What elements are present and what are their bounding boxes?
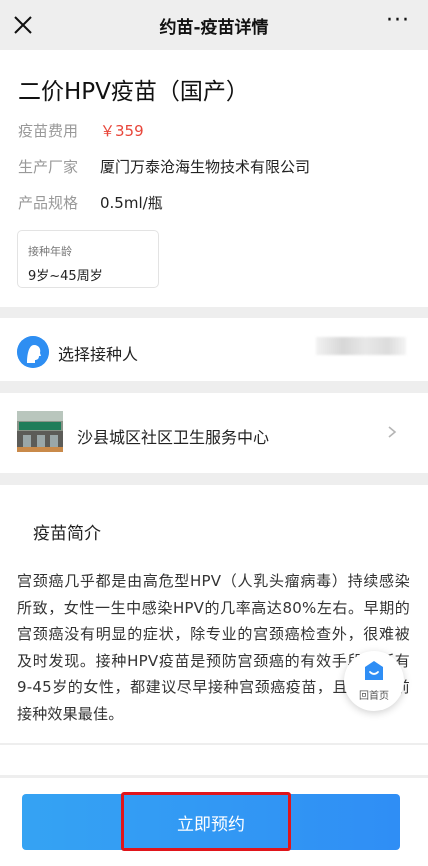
fee-label: 疫苗费用 xyxy=(18,122,79,140)
age-label: 接种年龄 xyxy=(28,245,72,258)
home-label: 回首页 xyxy=(359,691,389,702)
vaccine-name: 二价HPV疫苗（国产） xyxy=(18,79,249,105)
spec-label: 产品规格 xyxy=(18,194,79,212)
clinic-name: 沙县城区社区卫生服务中心 xyxy=(77,428,270,447)
page-title: 约苗-疫苗详情 xyxy=(159,17,269,38)
age-box: 接种年龄 9岁~45周岁 xyxy=(17,230,159,288)
home-icon xyxy=(365,661,383,680)
fee-value: ￥359 xyxy=(100,122,144,140)
nav-bar: 约苗-疫苗详情 ··· xyxy=(0,0,428,50)
maker-row: 生产厂家 厦门万泰沧海生物技术有限公司 xyxy=(18,156,310,177)
book-now-button[interactable]: 立即预约 xyxy=(22,794,400,850)
person-avatar-icon xyxy=(17,336,49,368)
more-icon[interactable]: ··· xyxy=(386,10,414,38)
blurred-person-name xyxy=(316,337,406,355)
spec-value: 0.5ml/瓶 xyxy=(100,194,163,212)
chevron-right-icon xyxy=(388,426,397,438)
book-now-label: 立即预约 xyxy=(177,814,245,835)
vaccine-info-card: 二价HPV疫苗（国产） 疫苗费用 ￥359 生产厂家 厦门万泰沧海生物技术有限公… xyxy=(0,50,428,307)
home-button[interactable]: 回首页 xyxy=(344,651,404,711)
maker-value: 厦门万泰沧海生物技术有限公司 xyxy=(100,158,311,176)
intro-body: 宫颈癌几乎都是由高危型HPV（人乳头瘤病毒）持续感染所致，女性一生中感染HPV的… xyxy=(17,572,410,723)
clinic-photo xyxy=(17,411,63,452)
maker-label: 生产厂家 xyxy=(18,158,79,176)
age-value: 9岁~45周岁 xyxy=(28,269,103,284)
intro-title: 疫苗简介 xyxy=(33,524,101,544)
clinic-row[interactable]: 沙县城区社区卫生服务中心 xyxy=(0,393,428,473)
spacer xyxy=(0,745,428,775)
spec-row: 产品规格 0.5ml/瓶 xyxy=(18,192,163,213)
close-icon[interactable] xyxy=(10,12,36,38)
bottom-action-bar: 立即预约 xyxy=(0,778,428,866)
select-person-label: 选择接种人 xyxy=(58,345,139,364)
select-person-row[interactable]: 选择接种人 xyxy=(0,318,428,381)
fee-row: 疫苗费用 ￥359 xyxy=(18,120,144,141)
